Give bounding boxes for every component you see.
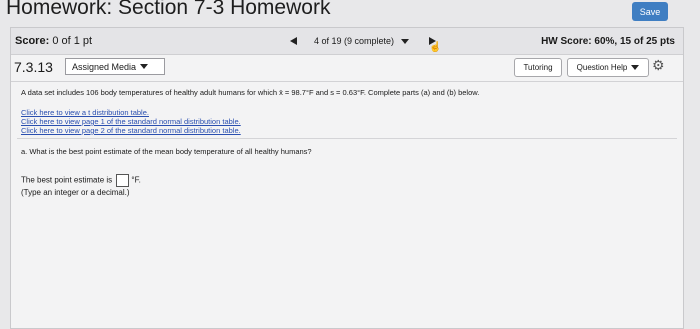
score-display: Score: 0 of 1 pt xyxy=(15,35,92,47)
tutoring-button[interactable]: Tutoring xyxy=(514,58,562,77)
question-prompt: A data set includes 106 body temperature… xyxy=(21,88,480,97)
chevron-down-icon xyxy=(400,39,409,44)
question-bar: 7.3.13 Assigned Media Tutoring Question … xyxy=(11,55,683,82)
question-help-label: Question Help xyxy=(576,63,628,72)
part-a-question: a. What is the best point estimate of th… xyxy=(21,147,312,156)
normal-table-page2-link[interactable]: Click here to view page 2 of the standar… xyxy=(21,126,241,135)
cursor-hand-icon: ☝ xyxy=(429,42,442,53)
score-bar: Score: 0 of 1 pt 4 of 19 (9 complete) ☝ … xyxy=(11,28,683,55)
assigned-media-label: Assigned Media xyxy=(72,61,137,72)
table-links: Click here to view a t distribution tabl… xyxy=(21,108,241,135)
score-value: 0 of 1 pt xyxy=(52,35,93,47)
score-label: Score: xyxy=(15,35,50,47)
answer-prefix: The best point estimate is xyxy=(21,175,113,185)
question-progress-dropdown[interactable]: 4 of 19 (9 complete) xyxy=(314,36,409,46)
page-title: Homework: Section 7-3 Homework xyxy=(6,0,331,19)
divider xyxy=(17,138,677,139)
chevron-down-icon xyxy=(631,65,640,70)
t-distribution-link[interactable]: Click here to view a t distribution tabl… xyxy=(21,108,241,117)
progress-label: 4 of 19 (9 complete) xyxy=(314,36,395,46)
gear-icon[interactable]: ⚙ xyxy=(652,57,665,74)
assigned-media-dropdown[interactable]: Assigned Media xyxy=(65,58,165,75)
answer-hint: (Type an integer or a decimal.) xyxy=(21,188,130,197)
normal-table-page1-link[interactable]: Click here to view page 1 of the standar… xyxy=(21,117,241,126)
hw-score: HW Score: 60%, 15 of 25 pts xyxy=(541,36,675,47)
chevron-down-icon xyxy=(140,64,149,69)
save-button[interactable]: Save xyxy=(632,2,668,21)
homework-panel: Score: 0 of 1 pt 4 of 19 (9 complete) ☝ … xyxy=(10,27,684,329)
question-number: 7.3.13 xyxy=(14,59,53,75)
answer-unit: °F. xyxy=(131,175,141,185)
answer-input[interactable] xyxy=(116,174,130,187)
previous-question-icon[interactable] xyxy=(290,37,297,45)
question-help-dropdown[interactable]: Question Help xyxy=(567,58,649,77)
answer-area: The best point estimate is °F. (Type an … xyxy=(21,174,141,198)
